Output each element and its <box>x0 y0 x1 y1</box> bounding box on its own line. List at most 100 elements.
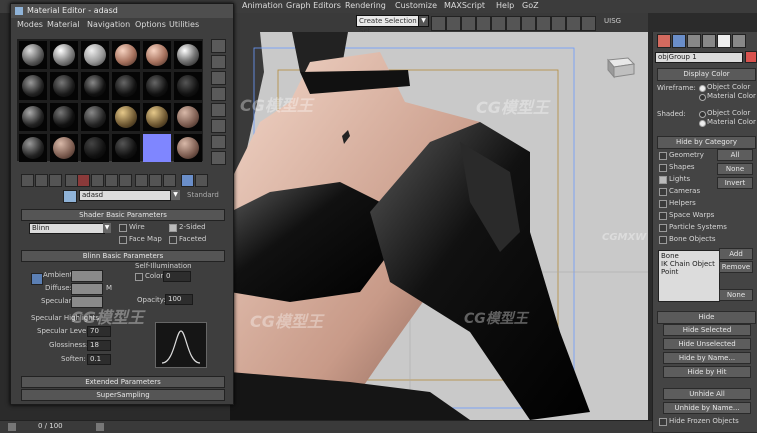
sample-slot[interactable] <box>19 41 47 69</box>
opacity-value[interactable]: 100 <box>165 294 193 305</box>
menu-help[interactable]: Help <box>496 1 514 10</box>
options-icon[interactable] <box>211 135 226 149</box>
map-m-label[interactable]: M <box>106 284 112 292</box>
shader-type-dropdown[interactable]: Blinn <box>29 223 105 234</box>
sample-uv-tiling-icon[interactable] <box>211 87 226 101</box>
material-type-button[interactable]: Standard <box>187 191 219 199</box>
named-selection-icon[interactable] <box>431 16 446 31</box>
none-list-button[interactable]: None <box>719 289 753 301</box>
graphite-icon[interactable] <box>491 16 506 31</box>
chevron-down-icon[interactable]: ▼ <box>103 223 111 233</box>
unhide-by-name-button[interactable]: Unhide by Name... <box>663 402 751 414</box>
menu-graph-editors[interactable]: Graph Editors <box>286 1 341 10</box>
next-frame-icon[interactable] <box>96 423 104 431</box>
show-end-result-icon[interactable] <box>149 174 162 187</box>
chevron-down-icon[interactable]: ▼ <box>418 15 429 27</box>
backlight-icon[interactable] <box>211 55 226 69</box>
wireframe-object-color-radio[interactable] <box>699 85 706 92</box>
lock-ambient-diffuse-icon[interactable] <box>31 273 43 285</box>
category-checkbox[interactable] <box>659 212 667 220</box>
prev-frame-icon[interactable] <box>8 423 16 431</box>
soften-value[interactable]: 0.1 <box>87 354 111 365</box>
hide-by-category-rollout[interactable]: Hide by Category <box>657 136 756 149</box>
perspective-viewport[interactable]: CG模型王 CG模型王 CG模型王 CG模型王 CGMXW <box>230 32 648 420</box>
two-sided-checkbox[interactable] <box>169 224 177 232</box>
mirror-icon[interactable] <box>446 16 461 31</box>
go-to-parent-icon[interactable] <box>163 174 176 187</box>
create-tab-icon[interactable] <box>657 34 671 48</box>
menu-maxscript[interactable]: MAXScript <box>444 1 485 10</box>
category-checkbox[interactable] <box>659 224 667 232</box>
menu-animation[interactable]: Animation <box>242 1 283 10</box>
video-color-check-icon[interactable] <box>211 103 226 117</box>
viewcube[interactable] <box>600 52 640 82</box>
invert-button[interactable]: Invert <box>717 177 753 189</box>
sample-slot[interactable] <box>50 134 78 162</box>
menu-customize[interactable]: Customize <box>395 1 437 10</box>
sample-slot[interactable] <box>174 103 202 131</box>
put-to-scene-icon[interactable] <box>35 174 48 187</box>
face-map-checkbox[interactable] <box>119 236 127 244</box>
glossiness-value[interactable]: 18 <box>87 340 111 351</box>
sample-slot[interactable] <box>112 72 140 100</box>
extended-parameters-rollout[interactable]: Extended Parameters <box>21 376 225 388</box>
sample-slot-active[interactable] <box>143 134 171 162</box>
add-button[interactable]: Add <box>719 248 753 260</box>
self-illum-value[interactable]: 0 <box>163 271 191 282</box>
render-icon[interactable] <box>581 16 596 31</box>
blinn-basic-parameters-rollout[interactable]: Blinn Basic Parameters <box>21 250 225 262</box>
make-preview-icon[interactable] <box>211 119 226 133</box>
menu-utilities[interactable]: Utilities <box>169 20 199 29</box>
layer-icon[interactable] <box>476 16 491 31</box>
assign-to-selection-icon[interactable] <box>49 174 62 187</box>
category-list[interactable]: Bone IK Chain Object Point <box>658 250 720 302</box>
supersampling-rollout[interactable]: SuperSampling <box>21 389 225 401</box>
chevron-down-icon[interactable]: ▼ <box>171 190 180 200</box>
show-map-icon[interactable] <box>135 174 148 187</box>
window-titlebar[interactable]: Material Editor - adasd <box>11 4 233 18</box>
sample-slot[interactable] <box>174 134 202 162</box>
get-material-icon[interactable] <box>21 174 34 187</box>
list-item[interactable]: Point <box>661 268 717 276</box>
motion-tab-icon[interactable] <box>702 34 716 48</box>
hide-unselected-button[interactable]: Hide Unselected <box>663 338 751 350</box>
sample-slot[interactable] <box>143 103 171 131</box>
utilities-tab-icon[interactable] <box>732 34 746 48</box>
wire-checkbox[interactable] <box>119 224 127 232</box>
sample-slot[interactable] <box>50 41 78 69</box>
all-button[interactable]: All <box>717 149 753 161</box>
sample-slot[interactable] <box>112 134 140 162</box>
list-item[interactable]: Bone <box>661 252 717 260</box>
category-checkbox[interactable] <box>659 188 667 196</box>
shader-basic-parameters-rollout[interactable]: Shader Basic Parameters <box>21 209 225 221</box>
make-unique-icon[interactable] <box>91 174 104 187</box>
modify-tab-icon[interactable] <box>672 34 686 48</box>
sample-slot[interactable] <box>19 72 47 100</box>
sample-slot[interactable] <box>50 103 78 131</box>
go-forward-icon[interactable] <box>181 174 194 187</box>
menu-rendering[interactable]: Rendering <box>345 1 386 10</box>
category-checkbox[interactable] <box>659 200 667 208</box>
category-checkbox[interactable] <box>659 236 667 244</box>
category-checkbox[interactable] <box>659 176 667 184</box>
navigator-icon[interactable] <box>195 174 208 187</box>
self-illum-color-checkbox[interactable] <box>135 273 143 281</box>
menu-material[interactable]: Material <box>47 20 80 29</box>
menu-goz[interactable]: GoZ <box>522 1 539 10</box>
hide-by-hit-button[interactable]: Hide by Hit <box>663 366 751 378</box>
menu-modes[interactable]: Modes <box>17 20 43 29</box>
object-name-field[interactable]: objGroup 1 <box>655 52 743 63</box>
wireframe-material-color-radio[interactable] <box>699 94 706 101</box>
align-icon[interactable] <box>461 16 476 31</box>
sample-slot[interactable] <box>50 72 78 100</box>
selection-set-dropdown[interactable]: Create Selection Set <box>356 15 420 35</box>
menu-navigation[interactable]: Navigation <box>87 20 130 29</box>
shaded-object-color-radio[interactable] <box>699 111 706 118</box>
time-slider[interactable]: 0 / 100 <box>0 420 652 433</box>
sample-slot[interactable] <box>112 103 140 131</box>
material-editor-icon[interactable] <box>536 16 551 31</box>
hide-by-name-button[interactable]: Hide by Name... <box>663 352 751 364</box>
pick-material-icon[interactable] <box>63 190 77 203</box>
sample-slot[interactable] <box>143 41 171 69</box>
material-name-field[interactable]: adasd <box>79 190 171 201</box>
